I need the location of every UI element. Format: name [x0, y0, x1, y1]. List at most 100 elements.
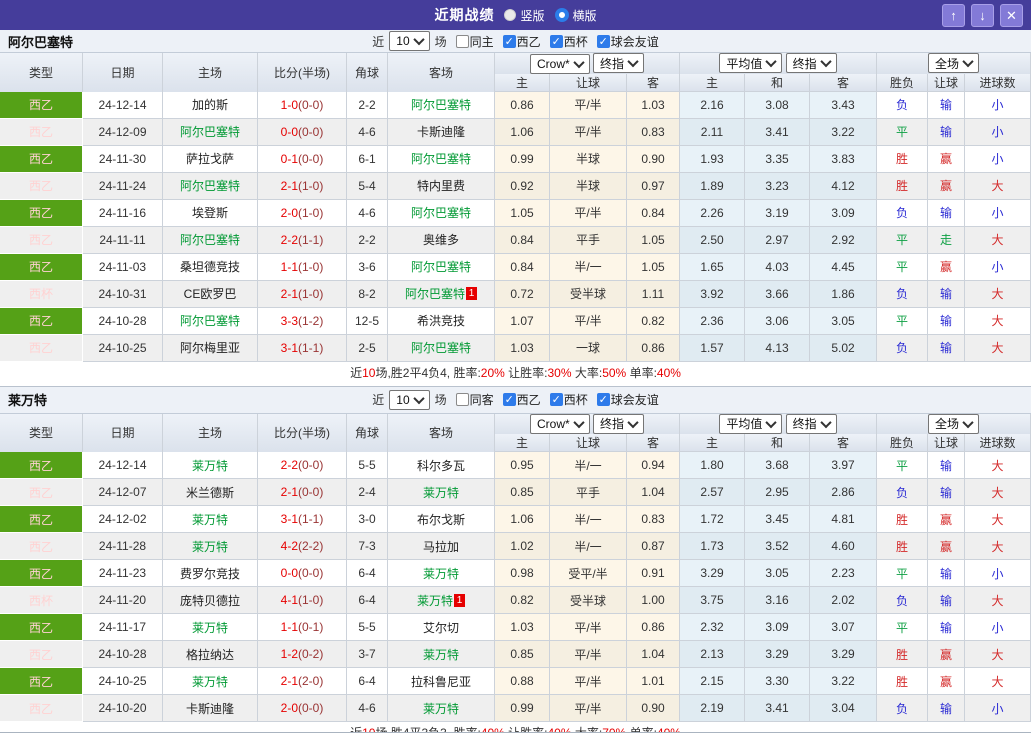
odds-home-cell: 1.03 [495, 334, 550, 362]
avg-away-cell: 4.81 [810, 506, 878, 533]
final-average-select[interactable]: 终指 [785, 53, 837, 74]
odds-home-cell: 0.95 [495, 452, 550, 479]
checkbox-checked-icon: ✓ [596, 393, 610, 406]
titlebar: 近期战绩 竖版 横版 ↑ ↓ ✕ [0, 0, 1031, 30]
match-row: 西乙 24-12-09 阿尔巴塞特 0-0(0-0) 4-6 卡斯迪隆 1.06 平/半 0.8… [0, 118, 1031, 146]
avg-home-cell: 3.75 [680, 587, 745, 614]
odds-home-cell: 0.98 [495, 560, 550, 587]
date-cell: 24-10-28 [83, 641, 163, 668]
result-cell: 胜 [877, 145, 929, 173]
vertical-layout-radio[interactable]: 竖版 [504, 7, 545, 24]
corner-cell: 3-0 [347, 506, 388, 533]
result-cell: 负 [877, 695, 929, 722]
odds-away-cell: 0.86 [627, 334, 680, 362]
match-count-select[interactable]: 10 [389, 31, 430, 51]
handicap-result-cell: 输 [928, 118, 966, 146]
home-team-cell: 阿尔巴塞特 [163, 172, 258, 200]
corner-cell: 8-2 [347, 280, 388, 308]
bookmaker-select[interactable]: Crow* [529, 53, 590, 74]
close-button[interactable]: ✕ [1000, 4, 1023, 27]
handicap-result-cell: 输 [928, 199, 966, 227]
filter-checkbox-西杯[interactable]: ✓ 西杯 [549, 33, 588, 50]
handicap-result-cell: 赢 [928, 506, 966, 533]
corner-cell: 12-5 [347, 307, 388, 335]
result-cell: 平 [877, 452, 929, 479]
league-cell: 西乙 [0, 334, 83, 362]
handicap-result-cell: 输 [928, 479, 966, 506]
home-team-cell: 阿尔巴塞特 [163, 307, 258, 335]
result-cell: 胜 [877, 668, 929, 695]
filter-checkbox-西乙[interactable]: ✓ 西乙 [502, 391, 541, 408]
avg-home-cell: 3.29 [680, 560, 745, 587]
move-down-button[interactable]: ↓ [971, 4, 994, 27]
col-avg-away: 客 [810, 434, 878, 452]
chevron-down-icon [627, 416, 639, 428]
final-average-select[interactable]: 终指 [785, 413, 837, 434]
odds-away-cell: 0.84 [627, 199, 680, 227]
final-odds-select[interactable]: 终指 [593, 413, 645, 434]
avg-away-cell: 3.05 [810, 307, 878, 335]
average-select[interactable]: 平均值 [719, 413, 783, 434]
avg-draw-cell: 3.35 [745, 145, 810, 173]
filter-checkbox-球会友谊[interactable]: ✓ 球会友谊 [596, 391, 659, 408]
avg-home-cell: 1.72 [680, 506, 745, 533]
chevron-down-icon [412, 33, 425, 46]
fulltime-select[interactable]: 全场 [928, 413, 980, 434]
avg-home-cell: 2.50 [680, 226, 745, 254]
checkbox-unchecked-icon [455, 34, 469, 48]
goals-result-cell: 大 [965, 587, 1031, 614]
fulltime-select[interactable]: 全场 [928, 53, 980, 74]
league-cell: 西乙 [0, 533, 83, 560]
date-cell: 24-11-30 [83, 145, 163, 173]
recent-results-panel: 近期战绩 竖版 横版 ↑ ↓ ✕ 阿尔巴塞特 近 10 场 同主 ✓ 西乙 ✓ … [0, 0, 1031, 733]
col-avg-home: 主 [680, 73, 745, 92]
odds-home-cell: 1.03 [495, 614, 550, 641]
result-cell: 平 [877, 226, 929, 254]
filter-checkbox-西乙[interactable]: ✓ 西乙 [502, 33, 541, 50]
average-group-header: 平均值 终指 [680, 413, 878, 434]
home-team-cell: 阿尔巴塞特 [163, 118, 258, 146]
league-cell: 西乙 [0, 560, 83, 587]
date-cell: 24-11-23 [83, 560, 163, 587]
average-select[interactable]: 平均值 [719, 53, 783, 74]
handicap-result-cell: 赢 [928, 253, 966, 281]
date-cell: 24-12-14 [83, 452, 163, 479]
league-cell: 西乙 [0, 641, 83, 668]
filter-checkbox-同主[interactable]: 同主 [455, 33, 494, 50]
filter-checkbox-球会友谊[interactable]: ✓ 球会友谊 [596, 33, 659, 50]
col-corner: 角球 [347, 53, 388, 92]
match-row: 西乙 24-11-11 阿尔巴塞特 2-2(1-1) 2-2 奥维多 0.84 平手 1.05 2… [0, 226, 1031, 254]
league-cell: 西乙 [0, 199, 83, 227]
match-row: 西乙 24-11-24 阿尔巴塞特 2-1(1-0) 5-4 特内里费 0.92 半球 0.97… [0, 172, 1031, 200]
radio-unselected-icon [504, 9, 517, 21]
away-team-cell: 拉科鲁尼亚 [388, 668, 495, 695]
odds-handicap-cell: 平/半 [550, 614, 627, 641]
move-up-button[interactable]: ↑ [942, 4, 965, 27]
avg-draw-cell: 2.95 [745, 479, 810, 506]
bookmaker-select[interactable]: Crow* [529, 414, 590, 434]
panel-title: 近期战绩 [434, 7, 495, 23]
home-team-cell: 莱万特 [163, 506, 258, 533]
away-team-cell: 布尔戈斯 [388, 506, 495, 533]
avg-home-cell: 2.16 [680, 91, 745, 119]
away-team-cell: 莱万特 1 [388, 587, 495, 614]
result-cell: 平 [877, 560, 929, 587]
match-count-select[interactable]: 10 [389, 389, 430, 410]
odds-home-cell: 0.88 [495, 668, 550, 695]
result-group-header: 全场 [877, 413, 1031, 434]
avg-draw-cell: 3.68 [745, 452, 810, 479]
filter-checkbox-同客[interactable]: 同客 [455, 391, 494, 408]
home-team-cell: 埃登斯 [163, 199, 258, 227]
date-cell: 24-11-03 [83, 253, 163, 281]
away-team-cell: 卡斯迪隆 [388, 118, 495, 146]
corner-cell: 6-1 [347, 145, 388, 173]
filter-checkbox-西杯[interactable]: ✓ 西杯 [549, 391, 588, 408]
horizontal-layout-radio[interactable]: 横版 [554, 7, 597, 24]
odds-away-cell: 0.83 [627, 118, 680, 146]
avg-away-cell: 3.43 [810, 91, 878, 119]
date-cell: 24-11-17 [83, 614, 163, 641]
team-name: 莱万特 [8, 393, 48, 408]
corner-cell: 2-2 [347, 91, 388, 119]
final-odds-select[interactable]: 终指 [593, 53, 645, 73]
odds-away-cell: 1.05 [627, 253, 680, 281]
